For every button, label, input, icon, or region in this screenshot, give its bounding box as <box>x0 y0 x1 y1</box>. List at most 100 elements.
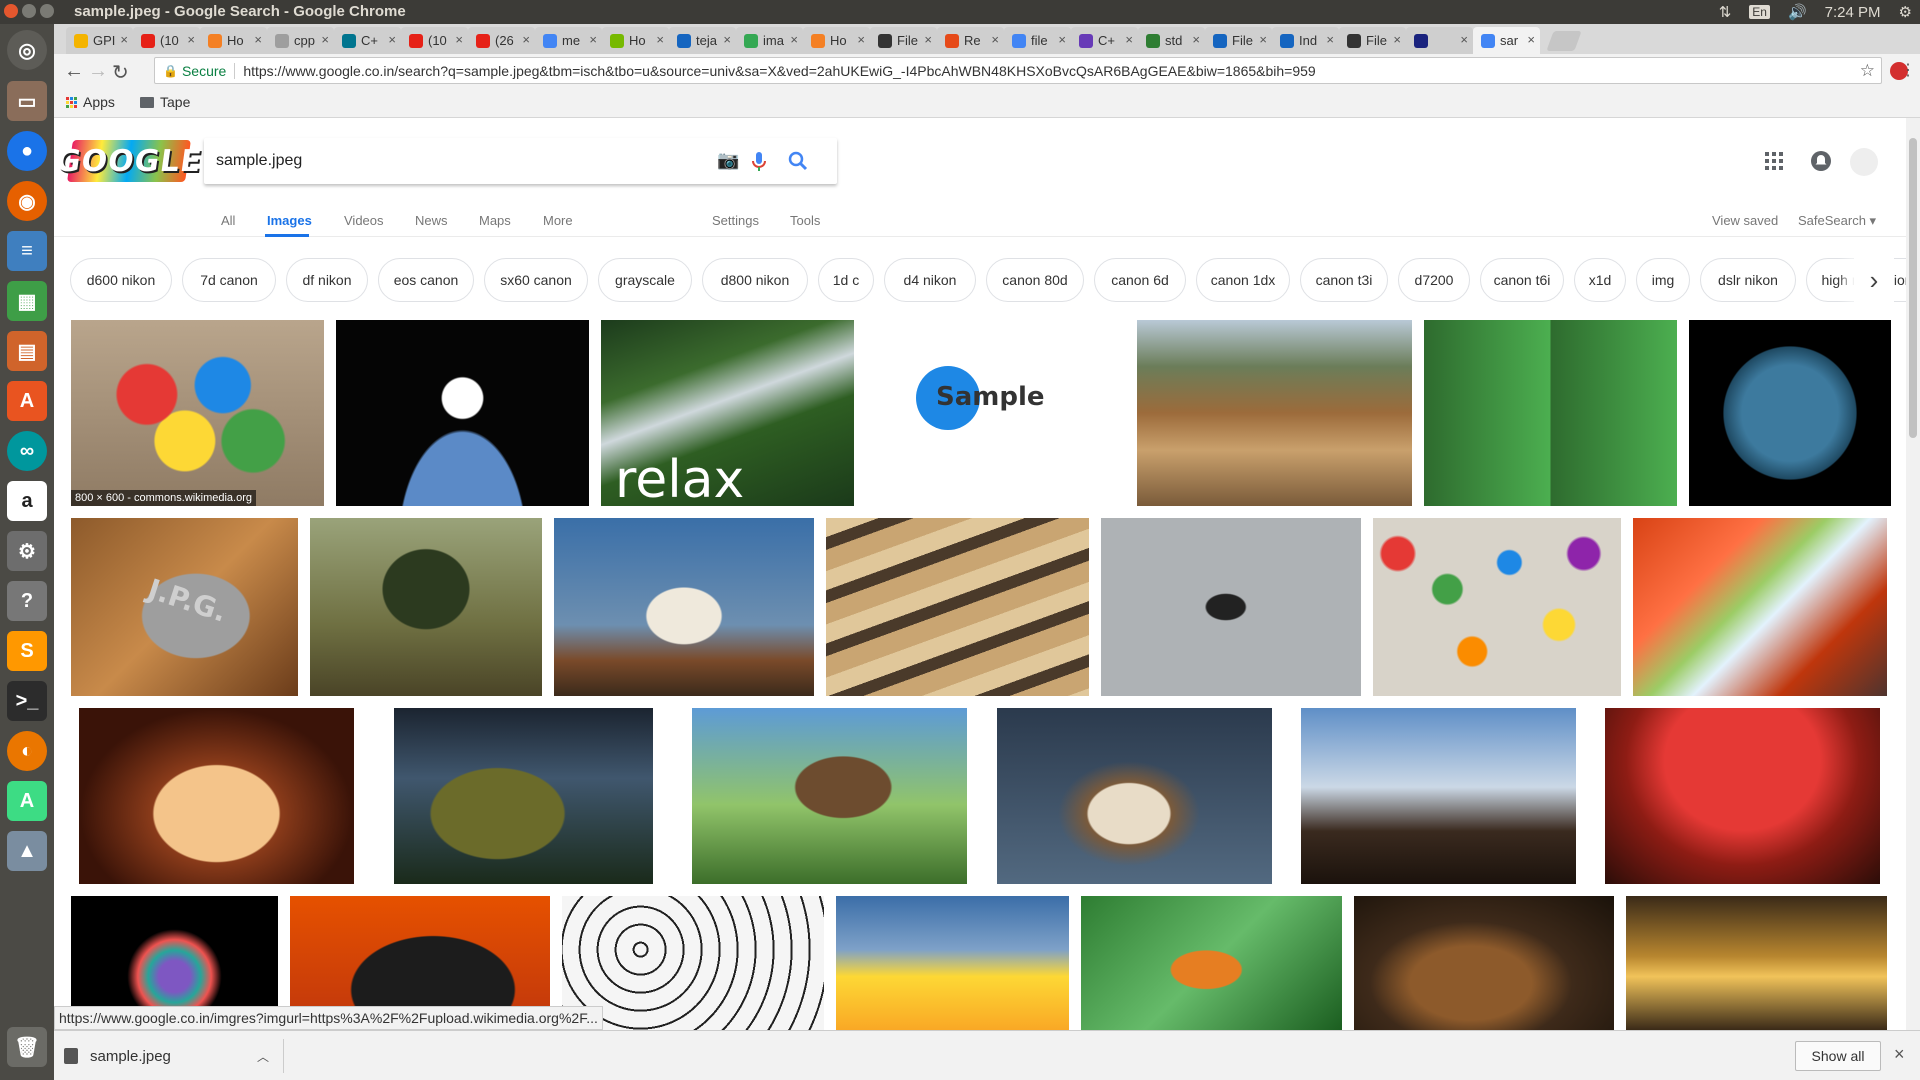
image-result-relax-waterfall[interactable]: relax <box>601 320 854 506</box>
image-result-louvre-pyramid[interactable] <box>1626 896 1887 1030</box>
screenshot-icon[interactable]: ▲ <box>7 831 47 871</box>
dash-home-icon[interactable]: ◎ <box>7 30 47 70</box>
image-result-marbles[interactable] <box>1373 518 1621 696</box>
tab-close-icon[interactable]: × <box>656 32 664 47</box>
firefox-icon[interactable]: ◉ <box>7 181 47 221</box>
chip[interactable]: dslr nikon <box>1700 258 1796 302</box>
browser-tab[interactable]: File × <box>1339 27 1406 54</box>
browser-tab[interactable]: C+ × <box>1071 27 1138 54</box>
browser-tab[interactable]: (26 × <box>468 27 535 54</box>
view-saved-link[interactable]: View saved <box>1712 213 1778 228</box>
image-result-arch[interactable] <box>79 708 354 884</box>
chip[interactable]: eos canon <box>378 258 474 302</box>
image-result-mossy-rock[interactable] <box>394 708 653 884</box>
chips-next-chevron-icon[interactable]: › <box>1854 258 1894 302</box>
tab-close-icon[interactable]: × <box>790 32 798 47</box>
show-all-button[interactable]: Show all <box>1795 1041 1881 1071</box>
tab-close-icon[interactable]: × <box>388 32 396 47</box>
download-item[interactable]: sample.jpeg ︿ <box>64 1039 284 1073</box>
image-result-goose[interactable] <box>997 708 1272 884</box>
calc-icon[interactable]: ▦ <box>7 281 47 321</box>
scrollbar-thumb[interactable] <box>1909 138 1917 438</box>
system-settings-icon[interactable]: ⚙ <box>7 531 47 571</box>
browser-tab[interactable]: Ho × <box>200 27 267 54</box>
image-result-astronaut[interactable] <box>336 320 589 506</box>
search-input[interactable] <box>216 148 686 174</box>
chrome-icon[interactable]: ● <box>7 131 47 171</box>
android-studio-icon[interactable]: A <box>7 781 47 821</box>
safesearch-dropdown[interactable]: SafeSearch ▾ <box>1798 213 1876 229</box>
chrome-menu-icon[interactable]: ⋮ <box>1900 60 1916 80</box>
notifications-bell-icon[interactable] <box>1810 150 1832 172</box>
chip[interactable]: img <box>1636 258 1690 302</box>
window-controls[interactable] <box>4 4 54 18</box>
browser-tab[interactable]: File × <box>870 27 937 54</box>
browser-tab[interactable]: cpp × <box>267 27 334 54</box>
google-apps-grid-icon[interactable] <box>1765 152 1787 174</box>
image-result-sample-logo[interactable]: Sample <box>866 320 1139 506</box>
trash-icon[interactable]: 🗑 <box>7 1027 47 1067</box>
tab-close-icon[interactable]: × <box>857 32 865 47</box>
forward-arrow-icon[interactable]: → <box>88 60 108 83</box>
tab-close-icon[interactable]: × <box>991 32 999 47</box>
tab-close-icon[interactable]: × <box>1527 32 1535 47</box>
software-center-icon[interactable]: A <box>7 381 47 421</box>
tab-close-icon[interactable]: × <box>1192 32 1200 47</box>
impress-icon[interactable]: ▤ <box>7 331 47 371</box>
browser-tab[interactable]: Re × <box>937 27 1004 54</box>
image-result-baobab-trees[interactable] <box>1301 708 1576 884</box>
new-tab-button[interactable] <box>1546 31 1582 51</box>
tab-close-icon[interactable]: × <box>455 32 463 47</box>
blender-icon[interactable]: ◐ <box>7 731 47 771</box>
microphone-icon[interactable] <box>752 152 766 171</box>
chip[interactable]: 1d c <box>818 258 874 302</box>
tab-close-icon[interactable]: × <box>1058 32 1066 47</box>
tab-news[interactable]: News <box>415 213 448 228</box>
chip[interactable]: d600 nikon <box>70 258 172 302</box>
clock[interactable]: 7:24 PM <box>1825 4 1881 21</box>
close-window-button[interactable] <box>4 4 18 18</box>
tab-close-icon[interactable]: × <box>120 32 128 47</box>
search-icon[interactable] <box>788 151 808 177</box>
browser-tab[interactable]: Ho × <box>803 27 870 54</box>
chevron-up-icon[interactable]: ︿ <box>257 1048 269 1065</box>
browser-tab[interactable]: Ho × <box>602 27 669 54</box>
image-result-earth[interactable] <box>1689 320 1891 506</box>
browser-tab[interactable]: × <box>1406 27 1473 54</box>
image-result-butterfly[interactable] <box>1081 896 1342 1030</box>
image-result-juggling-balls[interactable]: 800 × 600 - commons.wikimedia.org <box>71 320 324 506</box>
chip[interactable]: d800 nikon <box>702 258 808 302</box>
tab-close-icon[interactable]: × <box>321 32 329 47</box>
volume-icon[interactable]: 🔊 <box>1788 3 1807 21</box>
sublime-text-icon[interactable]: S <box>7 631 47 671</box>
tab-more[interactable]: More <box>543 213 573 228</box>
browser-tab[interactable]: ima × <box>736 27 803 54</box>
close-icon[interactable]: × <box>1894 1044 1905 1065</box>
browser-tab[interactable]: (10 × <box>401 27 468 54</box>
browser-tab[interactable]: GPI × <box>66 27 133 54</box>
browser-tab[interactable]: Ind × <box>1272 27 1339 54</box>
image-result-snowy-owl[interactable] <box>554 518 814 696</box>
tab-images[interactable]: Images <box>267 213 312 228</box>
tab-close-icon[interactable]: × <box>589 32 597 47</box>
chip[interactable]: df nikon <box>286 258 368 302</box>
chip[interactable]: x1d <box>1574 258 1626 302</box>
network-icon[interactable]: ⇅ <box>1719 3 1732 21</box>
maximize-window-button[interactable] <box>40 4 54 18</box>
chip[interactable]: canon t6i <box>1480 258 1564 302</box>
tab-close-icon[interactable]: × <box>1393 32 1401 47</box>
bookmark-star-icon[interactable]: ☆ <box>1860 61 1875 81</box>
chip[interactable]: d7200 <box>1398 258 1470 302</box>
google-doodle-logo[interactable]: GOOGLE <box>54 140 204 182</box>
chip[interactable]: sx60 canon <box>484 258 588 302</box>
address-bar[interactable]: 🔒 Secure https://www.google.co.in/search… <box>154 57 1882 84</box>
browser-tab[interactable]: C+ × <box>334 27 401 54</box>
writer-icon[interactable]: ≡ <box>7 231 47 271</box>
tab-close-icon[interactable]: × <box>1125 32 1133 47</box>
tab-maps[interactable]: Maps <box>479 213 511 228</box>
image-result-canyon-waterfall[interactable] <box>1137 320 1412 506</box>
chip[interactable]: canon 80d <box>986 258 1084 302</box>
image-result-eagle[interactable] <box>692 708 967 884</box>
url-text[interactable]: https://www.google.co.in/search?q=sample… <box>243 63 1315 79</box>
tab-close-icon[interactable]: × <box>1326 32 1334 47</box>
